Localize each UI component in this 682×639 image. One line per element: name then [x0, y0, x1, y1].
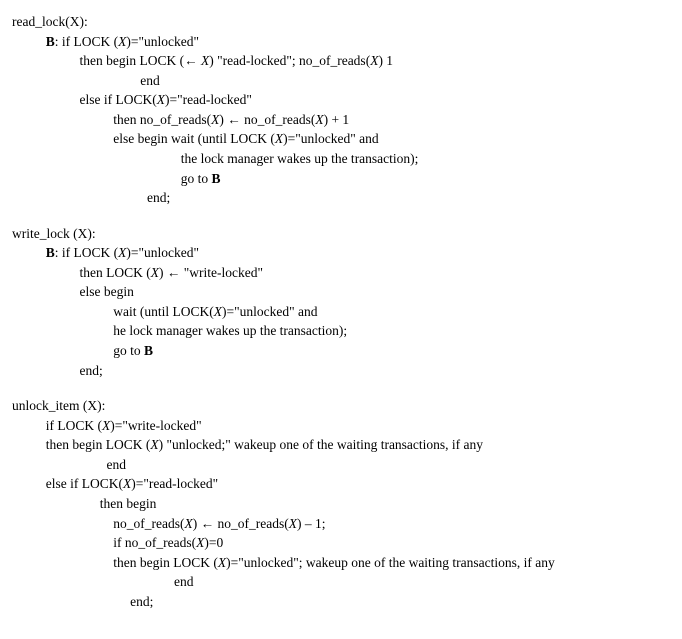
var-x: X	[151, 265, 159, 280]
code-text: )="unlocked" and	[283, 131, 378, 146]
code-text: ) "read-locked"; no_of_reads(	[209, 53, 370, 68]
code-text: )="write-locked"	[110, 418, 201, 433]
var-x: X	[218, 555, 226, 570]
line: B: if LOCK (X)="unlocked"	[12, 243, 670, 263]
code-text: write_lock (X):	[12, 226, 96, 241]
line: the lock manager wakes up the transactio…	[12, 149, 670, 169]
var-x: X	[184, 516, 192, 531]
code-text: he lock manager wakes up the transaction…	[113, 323, 347, 338]
code-text: else if LOCK(	[80, 92, 157, 107]
code-text: read_lock(X):	[12, 14, 88, 29]
var-x: X	[214, 304, 222, 319]
line: he lock manager wakes up the transaction…	[12, 321, 670, 341]
code-text: end;	[130, 594, 153, 609]
code-text: end	[174, 574, 194, 589]
line: go to B	[12, 169, 670, 189]
code-text: the lock manager wakes up the transactio…	[181, 151, 419, 166]
code-text: else begin	[80, 284, 134, 299]
label-b: B	[212, 171, 221, 186]
line: end;	[12, 188, 670, 208]
code-text: then begin LOCK (	[46, 437, 151, 452]
code-text: ) ← no_of_reads(	[219, 112, 315, 127]
line: then begin LOCK (X)="unlocked"; wakeup o…	[12, 553, 670, 573]
code-text: ) 1	[378, 53, 393, 68]
line: if no_of_reads(X)=0	[12, 533, 670, 553]
code-text: if LOCK (	[46, 418, 102, 433]
line: go to B	[12, 341, 670, 361]
code-text: unlock_item (X):	[12, 398, 105, 413]
label-b: B	[46, 34, 55, 49]
code-text: end;	[147, 190, 170, 205]
line: then begin	[12, 494, 670, 514]
code-text: go to	[113, 343, 144, 358]
line: read_lock(X):	[12, 12, 670, 32]
code-text: end	[140, 73, 160, 88]
code-text: )="read-locked"	[131, 476, 218, 491]
line: then no_of_reads(X) ← no_of_reads(X) + 1	[12, 110, 670, 130]
code-text: )="read-locked"	[165, 92, 252, 107]
line: if LOCK (X)="write-locked"	[12, 416, 670, 436]
line: end	[12, 455, 670, 475]
code-text: then begin LOCK (	[113, 555, 218, 570]
code-text: ) – 1;	[297, 516, 326, 531]
code-text: ) "unlocked;" wakeup one of the waiting …	[159, 437, 483, 452]
code-text: wait (until LOCK(	[113, 304, 214, 319]
read-lock-block: read_lock(X): B: if LOCK (X)="unlocked" …	[12, 12, 670, 208]
code-text: end;	[80, 363, 103, 378]
code-text: then begin LOCK (←	[80, 53, 201, 68]
line: then begin LOCK (← X) "read-locked"; no_…	[12, 51, 670, 71]
line: end;	[12, 592, 670, 612]
var-x: X	[275, 131, 283, 146]
line: write_lock (X):	[12, 224, 670, 244]
code-text: )=0	[204, 535, 223, 550]
code-text: go to	[181, 171, 212, 186]
var-x: X	[123, 476, 131, 491]
code-text: then no_of_reads(	[113, 112, 211, 127]
code-text: : if LOCK (	[55, 34, 118, 49]
code-text: else begin wait (until LOCK (	[113, 131, 275, 146]
code-text: )="unlocked" and	[222, 304, 317, 319]
line: end;	[12, 361, 670, 381]
line: else if LOCK(X)="read-locked"	[12, 90, 670, 110]
line: else if LOCK(X)="read-locked"	[12, 474, 670, 494]
code-text: )="unlocked"	[126, 34, 199, 49]
unlock-item-block: unlock_item (X): if LOCK (X)="write-lock…	[12, 396, 670, 611]
line: then begin LOCK (X) "unlocked;" wakeup o…	[12, 435, 670, 455]
label-b: B	[144, 343, 153, 358]
code-text: end	[107, 457, 127, 472]
code-text: ) ← "write-locked"	[159, 265, 263, 280]
line: unlock_item (X):	[12, 396, 670, 416]
code-text: no_of_reads(	[113, 516, 184, 531]
var-x: X	[157, 92, 165, 107]
code-text: )="unlocked"	[126, 245, 199, 260]
line: B: if LOCK (X)="unlocked"	[12, 32, 670, 52]
var-x: X	[315, 112, 323, 127]
var-x: X	[102, 418, 110, 433]
code-text: else if LOCK(	[46, 476, 123, 491]
var-x: X	[289, 516, 297, 531]
line: else begin	[12, 282, 670, 302]
line: then LOCK (X) ← "write-locked"	[12, 263, 670, 283]
var-x: X	[201, 53, 209, 68]
line: else begin wait (until LOCK (X)="unlocke…	[12, 129, 670, 149]
code-text: then begin	[100, 496, 157, 511]
line: no_of_reads(X) ← no_of_reads(X) – 1;	[12, 514, 670, 534]
var-x: X	[150, 437, 158, 452]
label-b: B	[46, 245, 55, 260]
line: end	[12, 572, 670, 592]
code-text: )="unlocked"; wakeup one of the waiting …	[226, 555, 555, 570]
line: end	[12, 71, 670, 91]
code-text: ) + 1	[324, 112, 350, 127]
code-text: : if LOCK (	[55, 245, 118, 260]
line: wait (until LOCK(X)="unlocked" and	[12, 302, 670, 322]
code-text: ) ← no_of_reads(	[193, 516, 289, 531]
code-text: if no_of_reads(	[113, 535, 196, 550]
code-text: then LOCK (	[80, 265, 151, 280]
write-lock-block: write_lock (X): B: if LOCK (X)="unlocked…	[12, 224, 670, 381]
